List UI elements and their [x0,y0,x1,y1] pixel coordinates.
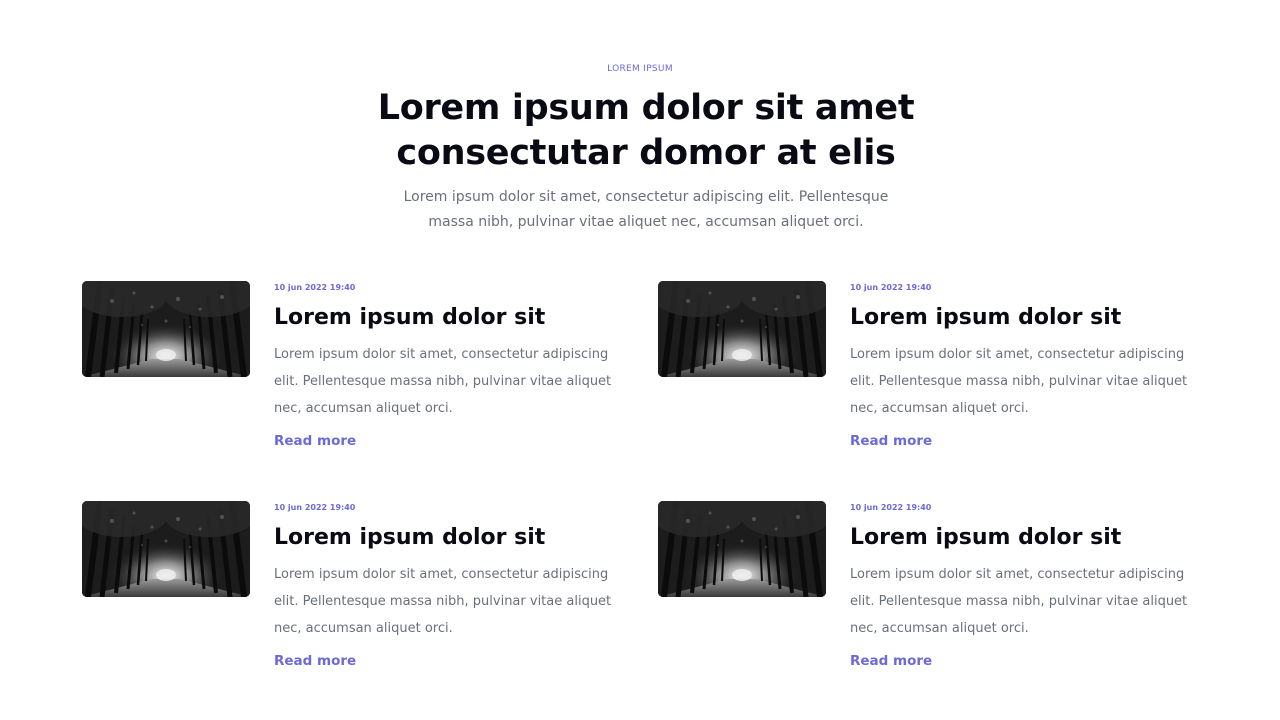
read-more-link[interactable]: Read more [274,433,356,449]
post-date: 10 jun 2022 19:40 [274,503,356,512]
post-excerpt: Lorem ipsum dolor sit amet, consectetur … [850,567,1188,636]
post-card: 10 jun 2022 19:40 Lorem ipsum dolor sit … [658,281,1218,471]
post-thumbnail[interactable] [82,281,250,377]
tree-tunnel-image [658,501,826,597]
post-thumbnail[interactable] [82,501,250,597]
post-date: 10 jun 2022 19:40 [850,503,932,512]
section-subtitle: Lorem ipsum dolor sit amet, consectetur … [403,189,889,230]
read-more-link[interactable]: Read more [850,433,932,449]
section-eyebrow: LOREM IPSUM [607,64,673,74]
read-more-link[interactable]: Read more [274,653,356,669]
post-date: 10 jun 2022 19:40 [274,283,356,292]
post-thumbnail[interactable] [658,281,826,377]
post-title[interactable]: Lorem ipsum dolor sit [850,303,1121,333]
post-excerpt: Lorem ipsum dolor sit amet, consectetur … [274,567,612,636]
post-title[interactable]: Lorem ipsum dolor sit [850,523,1121,553]
tree-tunnel-image [82,501,250,597]
post-title[interactable]: Lorem ipsum dolor sit [274,303,545,333]
post-title[interactable]: Lorem ipsum dolor sit [274,523,545,553]
blog-section: LOREM IPSUM Lorem ipsum dolor sit amet c… [0,0,1280,720]
post-card: 10 jun 2022 19:40 Lorem ipsum dolor sit … [82,281,642,471]
tree-tunnel-image [658,281,826,377]
section-title: Lorem ipsum dolor sit amet consectutar d… [377,88,915,173]
post-card: 10 jun 2022 19:40 Lorem ipsum dolor sit … [82,501,642,691]
post-date: 10 jun 2022 19:40 [850,283,932,292]
tree-tunnel-image [82,281,250,377]
post-excerpt: Lorem ipsum dolor sit amet, consectetur … [850,347,1188,416]
post-card: 10 jun 2022 19:40 Lorem ipsum dolor sit … [658,501,1218,691]
post-thumbnail[interactable] [658,501,826,597]
read-more-link[interactable]: Read more [850,653,932,669]
post-excerpt: Lorem ipsum dolor sit amet, consectetur … [274,347,612,416]
